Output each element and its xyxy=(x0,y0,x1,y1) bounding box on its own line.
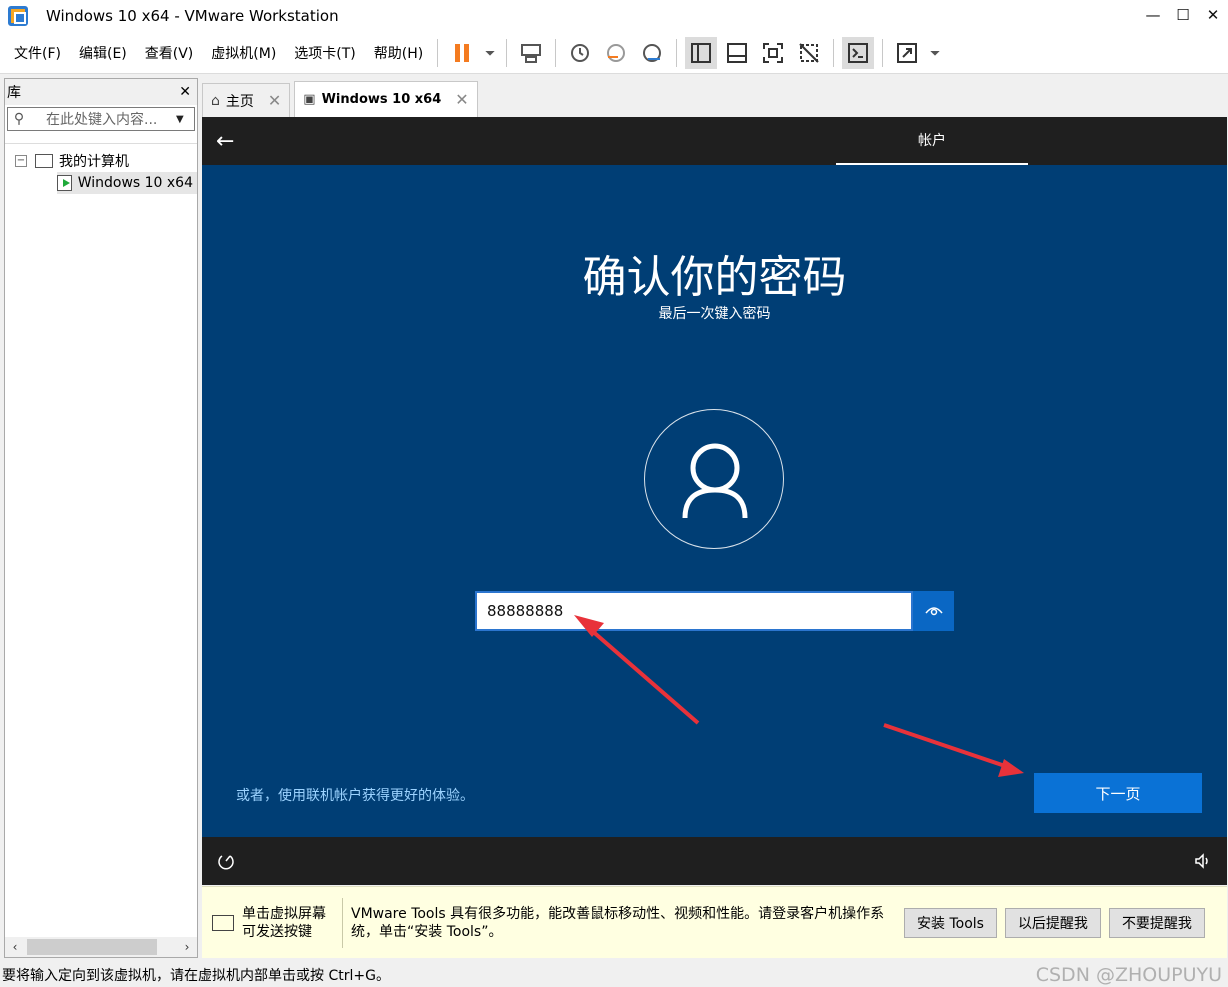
library-close-icon[interactable]: ✕ xyxy=(179,84,191,100)
user-avatar-icon xyxy=(644,409,784,549)
window-title: Windows 10 x64 - VMware Workstation xyxy=(46,7,339,25)
minimize-icon[interactable]: — xyxy=(1138,0,1168,30)
menu-toolbar: 文件(F) 编辑(E) 查看(V) 虚拟机(M) 选项卡(T) 帮助(H) xyxy=(0,32,1228,74)
vm-running-icon xyxy=(57,175,72,191)
menu-file[interactable]: 文件(F) xyxy=(6,43,69,63)
stretch-icon[interactable] xyxy=(891,37,923,69)
never-remind-button[interactable]: 不要提醒我 xyxy=(1108,907,1205,938)
vm-running-icon: ▣ xyxy=(303,92,316,107)
status-text: 要将输入定向到该虚拟机，请在虚拟机内部单击或按 Ctrl+G。 xyxy=(2,967,390,984)
chevron-down-icon[interactable] xyxy=(482,37,498,69)
next-button[interactable]: 下一页 xyxy=(1034,773,1202,813)
vmware-logo-icon xyxy=(8,6,28,26)
password-value: 88888888 xyxy=(487,602,564,620)
show-library-icon[interactable] xyxy=(685,36,718,69)
console-icon[interactable] xyxy=(842,36,875,69)
notification-separator xyxy=(342,897,343,948)
menu-vm[interactable]: 虚拟机(M) xyxy=(203,43,284,63)
back-arrow-icon[interactable]: ← xyxy=(216,129,234,154)
maximize-icon[interactable]: ☐ xyxy=(1168,0,1198,30)
fullscreen-icon[interactable] xyxy=(757,37,789,69)
toolbar-separator xyxy=(555,38,557,67)
unity-icon[interactable] xyxy=(793,37,825,69)
vm-screen[interactable]: ← 帐户 确认你的密码 最后一次键入密码 88888888 或者，使用联机帐户获… xyxy=(202,117,1227,885)
library-title: 库 xyxy=(7,85,21,101)
tab-close-icon[interactable]: ✕ xyxy=(268,91,281,110)
library-header: 库 ✕ xyxy=(5,79,197,105)
annotation-arrow xyxy=(588,627,700,725)
status-bar: 要将输入定向到该虚拟机，请在虚拟机内部单击或按 Ctrl+G。 CSDN @ZH… xyxy=(0,962,1228,987)
pause-icon[interactable] xyxy=(446,37,478,69)
chevron-down-icon[interactable] xyxy=(927,37,943,69)
toolbar-separator xyxy=(437,38,439,67)
toolbar-separator xyxy=(882,38,884,67)
tab-label: 主页 xyxy=(225,93,254,110)
collapse-icon[interactable]: − xyxy=(15,155,27,167)
computer-icon xyxy=(35,154,53,168)
tab-strip: ⌂ 主页 ✕ ▣ Windows 10 x64 ✕ xyxy=(202,80,482,117)
toolbar-separator xyxy=(506,38,508,67)
chevron-down-icon[interactable]: ▼ xyxy=(176,114,194,125)
search-icon: ⚲ xyxy=(13,111,25,127)
remind-later-button[interactable]: 以后提醒我 xyxy=(1004,907,1101,938)
close-icon[interactable]: ✕ xyxy=(1198,0,1228,30)
revert-snapshot-icon[interactable] xyxy=(600,37,632,69)
tools-notification-bar: 单击虚拟屏幕可发送按键 VMware Tools 具有很多功能，能改善鼠标移动性… xyxy=(202,886,1227,958)
csdn-watermark: CSDN @ZHOUPUYU xyxy=(1035,963,1222,986)
menu-edit[interactable]: 编辑(E) xyxy=(71,43,135,63)
password-input[interactable]: 88888888 xyxy=(475,591,913,631)
online-account-link[interactable]: 或者，使用联机帐户获得更好的体验。 xyxy=(236,785,474,805)
reveal-password-icon[interactable] xyxy=(913,591,954,631)
tree-item-my-computer[interactable]: − 我的计算机 xyxy=(5,150,197,172)
library-panel: 库 ✕ ⚲ 在此处键入内容... ▼ − 我的计算机 Windows 10 x6… xyxy=(4,78,198,958)
tab-close-icon[interactable]: ✕ xyxy=(455,90,468,109)
library-tree: − 我的计算机 Windows 10 x64 xyxy=(5,143,197,194)
thumbnail-bar-icon[interactable] xyxy=(721,37,753,69)
oobe-top-bar: ← 帐户 xyxy=(202,117,1227,165)
tab-home[interactable]: ⌂ 主页 ✕ xyxy=(202,83,291,117)
window-controls: — ☐ ✕ xyxy=(1138,0,1228,32)
title-bar: Windows 10 x64 - VMware Workstation — ☐ … xyxy=(0,0,1228,32)
accessibility-icon[interactable] xyxy=(216,851,236,871)
page-subtitle: 最后一次键入密码 xyxy=(658,306,771,322)
snapshot-manager-icon[interactable] xyxy=(636,37,668,69)
keyboard-icon xyxy=(212,914,234,931)
scroll-left-icon[interactable]: ‹ xyxy=(5,940,25,954)
library-scrollbar[interactable]: ‹ › xyxy=(5,937,197,957)
oobe-section-tab: 帐户 xyxy=(836,117,1028,165)
tab-vm[interactable]: ▣ Windows 10 x64 ✕ xyxy=(294,81,478,117)
tree-item-label: Windows 10 x64 xyxy=(77,175,193,191)
search-placeholder: 在此处键入内容... xyxy=(46,112,158,128)
menu-view[interactable]: 查看(V) xyxy=(137,43,202,63)
home-icon: ⌂ xyxy=(211,92,220,109)
toolbar-separator xyxy=(833,38,835,67)
tab-label: Windows 10 x64 xyxy=(321,92,442,107)
tree-item-label: 我的计算机 xyxy=(59,154,129,170)
tools-message: VMware Tools 具有很多功能，能改善鼠标移动性、视频和性能。请登录客户… xyxy=(351,905,885,940)
send-ctrl-alt-del-icon[interactable] xyxy=(515,37,547,69)
annotation-arrowhead xyxy=(998,759,1024,777)
click-hint-text: 单击虚拟屏幕可发送按键 xyxy=(242,905,326,940)
menu-tabs[interactable]: 选项卡(T) xyxy=(286,43,363,63)
scroll-right-icon[interactable]: › xyxy=(177,940,197,954)
snapshot-icon[interactable] xyxy=(564,37,596,69)
scroll-thumb[interactable] xyxy=(27,939,157,955)
page-title: 确认你的密码 xyxy=(582,252,847,303)
annotation-arrow xyxy=(883,723,1009,769)
install-tools-button[interactable]: 安装 Tools xyxy=(904,907,997,938)
toolbar-separator xyxy=(676,38,678,67)
menu-help[interactable]: 帮助(H) xyxy=(366,43,431,63)
oobe-bottom-bar xyxy=(202,837,1227,885)
library-search-input[interactable]: ⚲ 在此处键入内容... ▼ xyxy=(7,107,195,131)
tree-item-vm[interactable]: Windows 10 x64 xyxy=(57,172,197,194)
volume-icon[interactable] xyxy=(1193,851,1213,871)
